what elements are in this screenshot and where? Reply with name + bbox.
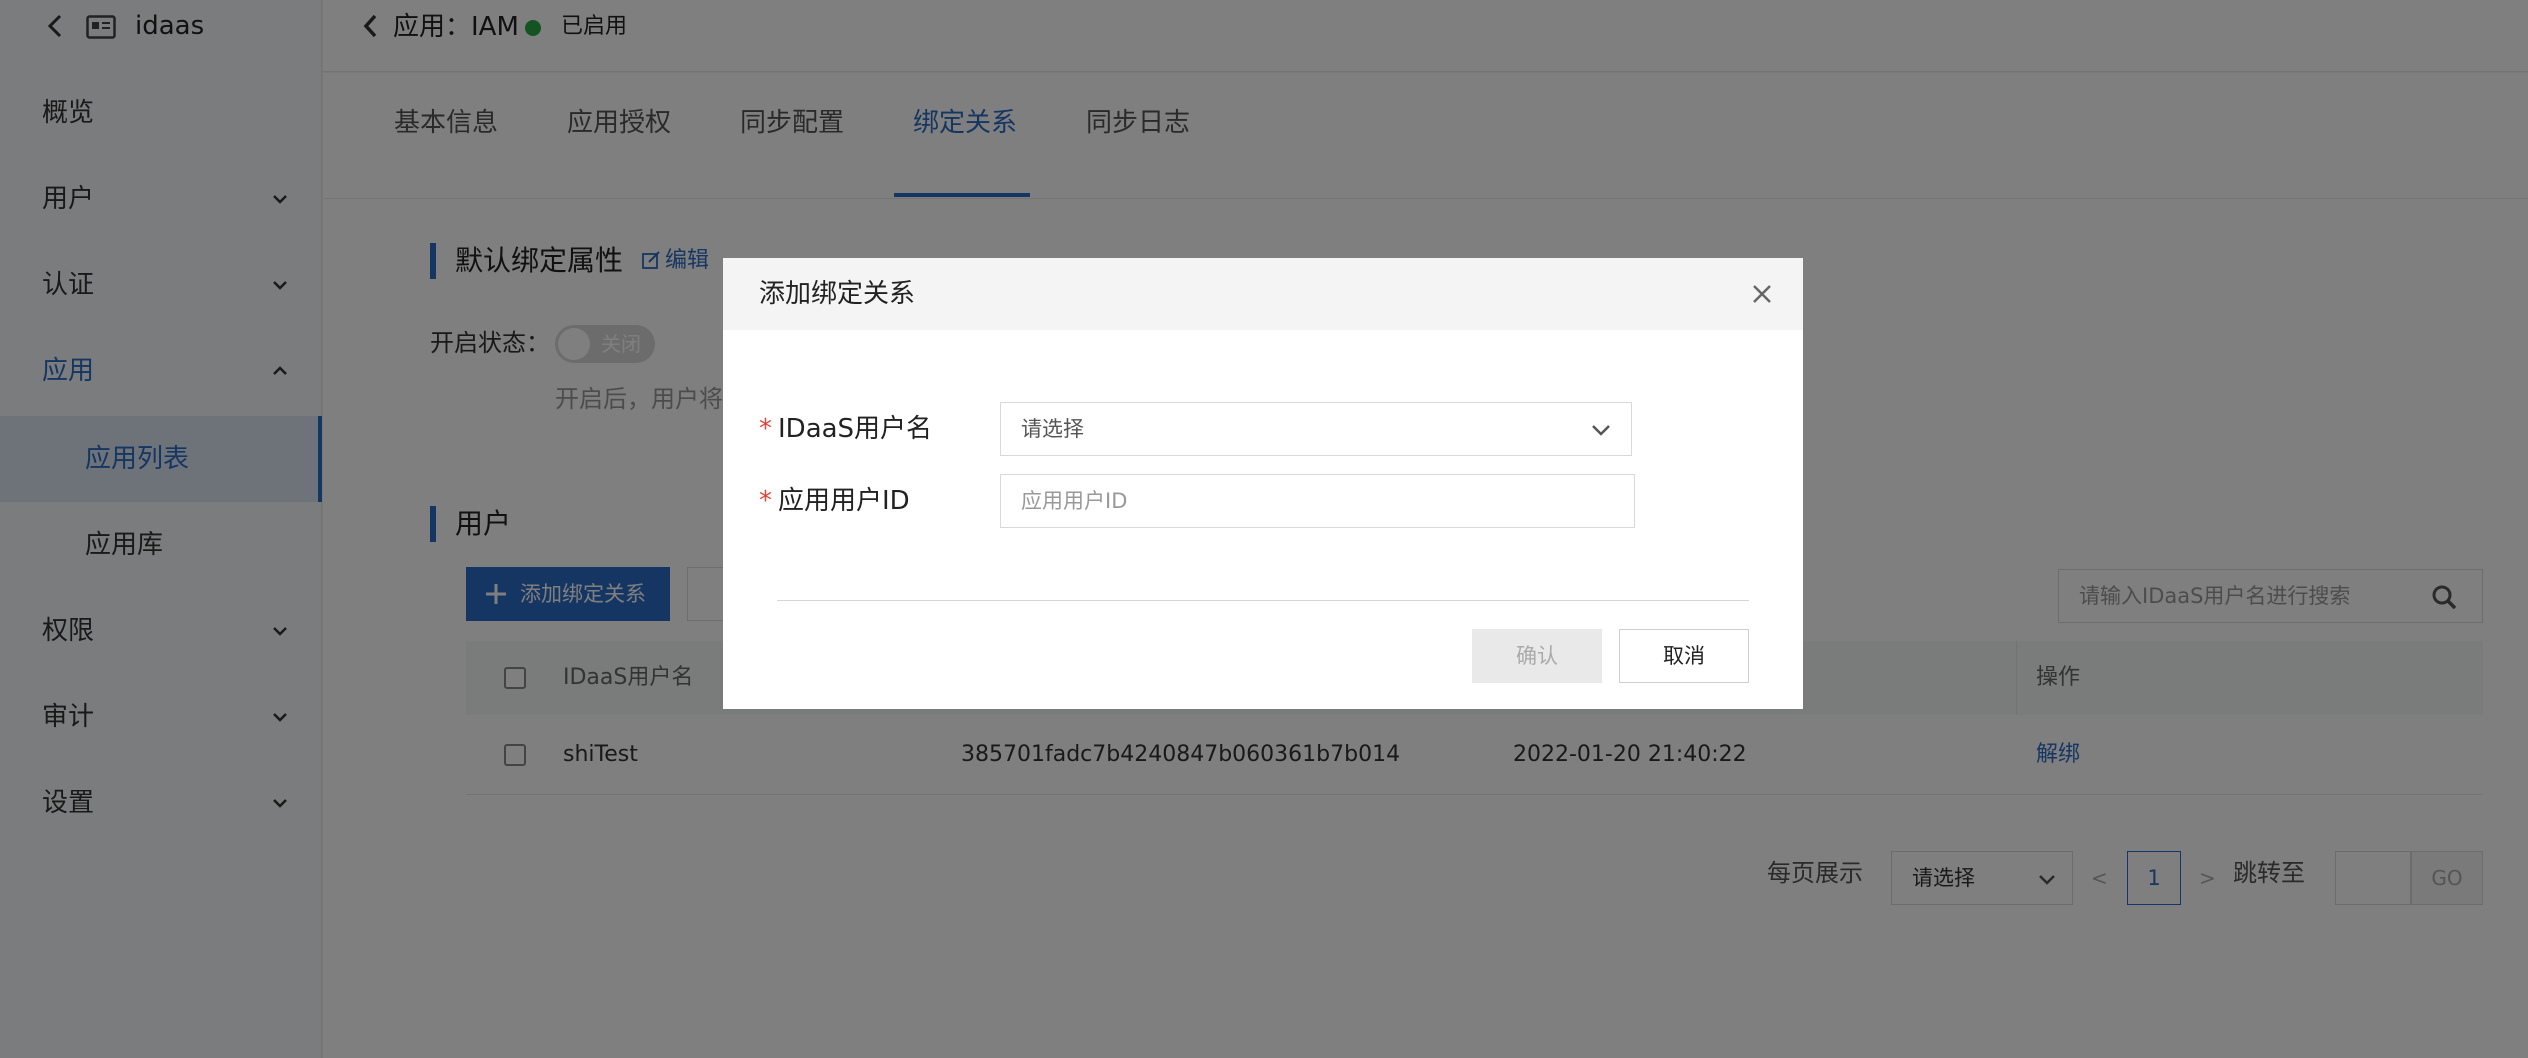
add-binding-dialog: 添加绑定关系 *IDaaS用户名 请选择 *应用用户ID 确认 取消 [723,258,1803,709]
required-mark: * [759,486,772,516]
dialog-divider [777,600,1749,601]
app-user-id-field[interactable] [1000,474,1635,528]
confirm-button[interactable]: 确认 [1472,629,1602,683]
idaas-username-select-value: 请选择 [1021,417,1084,441]
app-user-id-label-text: 应用用户ID [778,486,910,516]
idaas-username-label: * IDaaS用户名 [759,403,932,455]
chevron-down-icon [1592,425,1610,436]
required-mark: * [759,414,772,444]
app-root: idaas 概览 用户 认证 应用 应用列表 应用库 权限 审计 [0,0,2528,1058]
idaas-username-select[interactable]: 请选择 [1000,402,1632,456]
dialog-title: 添加绑定关系 [759,279,916,309]
close-icon[interactable] [1748,280,1776,308]
dialog-header: 添加绑定关系 [723,258,1803,330]
idaas-username-label-text: IDaaS用户名 [778,414,933,444]
cancel-button[interactable]: 取消 [1619,629,1749,683]
app-user-id-label: * 应用用户ID [759,475,910,527]
